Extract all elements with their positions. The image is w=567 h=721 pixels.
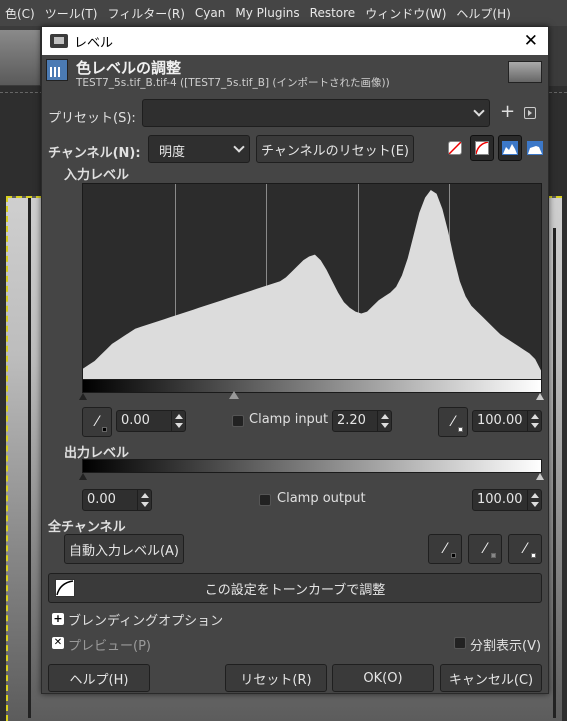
menu-item-2[interactable]: フィルター(R)	[102, 5, 189, 22]
dialog-header: 色レベルの調整 TEST7_5s.tif_B.tif-4 ([TEST7_5s.…	[42, 55, 548, 91]
image-preview-thumbnail	[508, 61, 542, 83]
input-high-value: 100.00	[477, 413, 523, 428]
help-button[interactable]: ヘルプ(H)	[48, 664, 150, 692]
add-preset-icon[interactable]: +	[500, 101, 515, 122]
histogram-area	[82, 183, 542, 381]
image-thumbnail-strip	[0, 30, 40, 85]
gamma-spin[interactable]: 2.20	[332, 410, 392, 432]
input-gradient-bar	[82, 379, 542, 393]
linear-scale-toggle[interactable]	[498, 135, 522, 161]
output-white-handle[interactable]	[536, 473, 544, 480]
pick-gray-all-button[interactable]: ⁄	[468, 534, 502, 564]
preset-label: プリセット(S):	[48, 111, 136, 126]
preview-label: プレビュー(P)	[68, 639, 151, 654]
input-levels-label: 入力レベル	[64, 168, 130, 183]
black-eyedropper-icon: ⁄	[443, 541, 447, 557]
clamp-output-label: Clamp output	[277, 491, 366, 506]
edit-as-curves-button[interactable]: この設定をトーンカーブで調整	[48, 573, 542, 603]
output-high-spin[interactable]: 100.00	[472, 489, 542, 511]
linear-histogram-icon[interactable]	[448, 141, 462, 155]
auto-input-levels-button[interactable]: 自動入力レベル(A)	[64, 534, 184, 564]
histogram-fill	[83, 190, 541, 380]
output-low-spin[interactable]: 0.00	[82, 489, 152, 511]
input-white-handle[interactable]	[536, 393, 544, 400]
log-histogram-icon	[475, 141, 489, 155]
pick-white-point-button[interactable]: ⁄	[438, 407, 468, 437]
preview-checkbox[interactable]: ✕	[52, 637, 64, 649]
expand-plus-icon[interactable]: +	[52, 613, 64, 625]
pick-black-point-button[interactable]: ⁄	[82, 407, 112, 437]
edit-as-curves-label: この設定をトーンカーブで調整	[204, 582, 386, 598]
output-black-handle[interactable]	[79, 473, 87, 480]
pick-black-all-button[interactable]: ⁄	[428, 534, 462, 564]
menu-item-1[interactable]: ツール(T)	[40, 5, 103, 22]
menu-item-3[interactable]: Cyan	[190, 6, 230, 20]
gimp-app-icon	[50, 34, 68, 48]
close-icon[interactable]: ✕	[524, 31, 538, 51]
levels-icon	[46, 59, 68, 81]
gamma-value: 2.20	[337, 413, 366, 428]
reset-button[interactable]: リセット(R)	[225, 664, 327, 692]
all-channels-label: 全チャンネル	[48, 520, 126, 535]
channel-combo[interactable]: 明度	[148, 135, 250, 163]
ok-button[interactable]: OK(O)	[332, 664, 434, 692]
log-scale-toggle[interactable]	[526, 139, 544, 157]
pick-white-all-button[interactable]: ⁄	[508, 534, 542, 564]
chevron-down-icon	[473, 105, 485, 117]
preset-menu-icon[interactable]	[524, 107, 536, 119]
menu-item-4[interactable]: My Plugins	[230, 6, 304, 20]
menu-item-0[interactable]: 色(C)	[0, 5, 40, 22]
log-histogram-toggle[interactable]	[470, 135, 494, 161]
histogram-log-icon	[527, 141, 543, 155]
split-view-label: 分割表示(V)	[470, 639, 542, 654]
channel-label: チャンネル(N):	[48, 146, 141, 161]
clamp-output-checkbox[interactable]	[259, 494, 271, 506]
cancel-button[interactable]: キャンセル(C)	[440, 664, 542, 692]
channel-value: 明度	[159, 145, 186, 160]
dialog-titlebar: レベル ✕	[42, 27, 548, 55]
histogram-linear-icon	[502, 141, 518, 155]
white-eyedropper-icon: ⁄	[523, 541, 527, 557]
channel-reset-button[interactable]: チャンネルのリセット(E)	[256, 135, 414, 163]
gray-eyedropper-icon: ⁄	[483, 541, 487, 557]
levels-dialog: レベル ✕ 色レベルの調整 TEST7_5s.tif_B.tif-4 ([TES…	[41, 26, 549, 694]
curves-icon	[55, 579, 75, 597]
input-gamma-handle[interactable]	[229, 391, 239, 399]
input-low-value: 0.00	[121, 413, 150, 428]
input-black-handle[interactable]	[79, 393, 87, 400]
preset-combo[interactable]	[142, 99, 490, 127]
chevron-down-icon	[233, 141, 245, 153]
header-subtitle: TEST7_5s.tif_B.tif-4 ([TEST7_5s.tif_B] (…	[76, 77, 390, 89]
menu-item-7[interactable]: ヘルプ(H)	[451, 5, 515, 22]
histogram-chart	[83, 184, 541, 380]
menu-item-5[interactable]: Restore	[305, 6, 361, 20]
clamp-input-label: Clamp input	[249, 412, 329, 427]
input-high-spin[interactable]: 100.00	[472, 410, 542, 432]
clamp-input-checkbox[interactable]	[232, 415, 244, 427]
blending-options-label[interactable]: ブレンディングオプション	[68, 610, 223, 629]
menu-item-6[interactable]: ウィンドウ(W)	[360, 5, 451, 22]
output-high-value: 100.00	[477, 492, 523, 507]
app-menubar: 色(C) ツール(T) フィルター(R) Cyan My Plugins Restore ウ…	[0, 0, 567, 26]
dialog-title: レベル	[74, 35, 114, 51]
output-gradient-bar	[82, 459, 542, 473]
white-eyedropper-icon: ⁄	[451, 414, 455, 430]
black-eyedropper-icon: ⁄	[95, 414, 99, 430]
output-low-value: 0.00	[87, 492, 116, 507]
split-view-checkbox[interactable]	[454, 637, 466, 649]
input-low-spin[interactable]: 0.00	[116, 410, 186, 432]
